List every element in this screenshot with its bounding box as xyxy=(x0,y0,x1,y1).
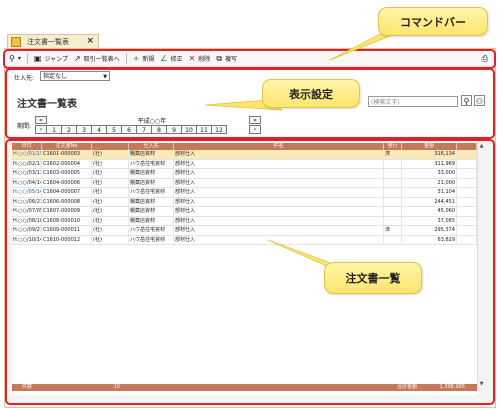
callout-order-list: 注文書一覧 xyxy=(324,262,422,294)
callout-pointers xyxy=(204,29,406,273)
callout-display-settings: 表示設定 xyxy=(262,79,360,108)
callout-command-bar: コマンドバー xyxy=(378,7,488,36)
